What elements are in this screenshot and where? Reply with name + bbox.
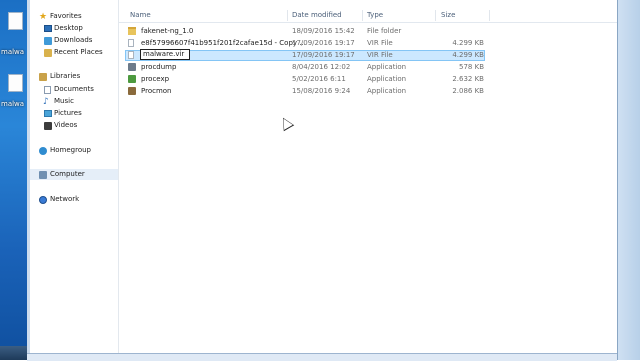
nav-label: Music (54, 97, 74, 105)
file-type: VIR File (367, 39, 393, 47)
file-size: 4.299 KB (452, 51, 484, 59)
pictures-icon (44, 110, 52, 117)
file-name: e8f57996607f41b951f201f2cafae15d - Copy … (141, 39, 306, 47)
file-type: Application (367, 63, 407, 71)
file-name: fakenet-ng_1.0 (141, 27, 194, 35)
file-type: VIR File (367, 51, 393, 59)
column-divider[interactable] (362, 10, 363, 21)
desktop-icon-malware-2[interactable]: malwa (0, 70, 27, 112)
videos-icon (44, 122, 52, 130)
file-row-procmon[interactable]: Procmon 15/08/2016 9:24 Application 2.08… (119, 86, 617, 97)
nav-downloads[interactable]: Downloads (30, 35, 118, 46)
column-header-size[interactable]: Size (441, 11, 455, 19)
file-row-procexp[interactable]: procexp 5/02/2016 6:11 Application 2.632… (119, 74, 617, 85)
desktop-background: malwa malwa (0, 0, 27, 360)
nav-network[interactable]: Network (30, 194, 118, 205)
nav-label: Pictures (54, 109, 82, 117)
file-date: 17/09/2016 19:17 (292, 39, 355, 47)
file-date: 5/02/2016 6:11 (292, 75, 346, 83)
nav-label: Recent Places (54, 48, 103, 56)
desktop-icon-label: malwa (1, 100, 25, 108)
homegroup-icon (39, 147, 47, 155)
nav-libraries[interactable]: Libraries (30, 71, 118, 82)
app-icon (128, 75, 136, 83)
file-icon (8, 74, 23, 92)
folder-icon (128, 27, 136, 35)
star-icon: ★ (39, 12, 48, 22)
rename-input[interactable]: malware.vir (140, 49, 190, 60)
window-right-frame (617, 0, 640, 360)
nav-desktop[interactable]: Desktop (30, 23, 118, 34)
desktop-icon (44, 25, 52, 32)
file-name: procdump (141, 63, 177, 71)
column-divider[interactable] (489, 10, 490, 21)
file-row-malware-vir[interactable]: malware.vir 17/09/2016 19:17 VIR File 4.… (119, 49, 617, 61)
desktop-icon-label: malwa (1, 48, 25, 56)
file-row-fakenet[interactable]: fakenet-ng_1.0 18/09/2016 15:42 File fol… (119, 26, 617, 37)
column-header-date-modified[interactable]: Date modified (292, 11, 342, 19)
file-type: Application (367, 75, 407, 83)
nav-music[interactable]: ♪ Music (30, 96, 118, 107)
column-header-bar: Name Date modified Type Size (119, 8, 617, 23)
nav-documents[interactable]: Documents (30, 84, 118, 95)
file-size: 2.086 KB (452, 87, 484, 95)
file-row-e8f57-copy[interactable]: e8f57996607f41b951f201f2cafae15d - Copy … (119, 38, 617, 49)
file-list: Name Date modified Type Size fakenet-ng_… (119, 0, 617, 353)
downloads-icon (44, 37, 52, 45)
nav-label: Homegroup (50, 146, 92, 154)
file-size: 4.299 KB (452, 39, 484, 47)
file-row-procdump[interactable]: procdump 8/04/2016 12:02 Application 578… (119, 62, 617, 73)
taskbar[interactable] (0, 346, 27, 360)
nav-favorites[interactable]: ★ Favorites (30, 11, 118, 22)
file-date: 8/04/2016 12:02 (292, 63, 351, 71)
nav-homegroup[interactable]: Homegroup (30, 145, 118, 156)
nav-label: Videos (54, 121, 78, 129)
file-name: procexp (141, 75, 170, 83)
column-header-name[interactable]: Name (130, 11, 151, 19)
computer-icon (39, 171, 47, 179)
nav-recent-places[interactable]: Recent Places (30, 47, 118, 58)
recent-places-icon (44, 49, 52, 57)
network-icon (39, 196, 47, 204)
column-divider[interactable] (435, 10, 436, 21)
nav-label: Computer (50, 170, 85, 178)
file-icon (128, 51, 134, 59)
music-icon: ♪ (43, 97, 49, 107)
file-icon (128, 39, 134, 47)
file-date: 17/09/2016 19:17 (292, 51, 355, 59)
column-header-type[interactable]: Type (367, 11, 383, 19)
libraries-icon (39, 73, 47, 81)
documents-icon (44, 86, 51, 94)
column-divider[interactable] (287, 10, 288, 21)
file-size: 578 KB (459, 63, 484, 71)
nav-label: Documents (54, 85, 94, 93)
app-icon (128, 87, 136, 95)
nav-label: Desktop (54, 24, 83, 32)
file-icon (8, 12, 23, 30)
nav-label: Network (50, 195, 80, 203)
nav-computer[interactable]: Computer (30, 169, 118, 180)
nav-label: Favorites (50, 12, 82, 20)
file-type: Application (367, 87, 407, 95)
nav-label: Downloads (54, 36, 93, 44)
nav-pictures[interactable]: Pictures (30, 108, 118, 119)
file-type: File folder (367, 27, 402, 35)
navigation-pane: ★ Favorites Desktop Downloads Recent Pla… (30, 0, 119, 353)
file-date: 15/08/2016 9:24 (292, 87, 351, 95)
file-date: 18/09/2016 15:42 (292, 27, 355, 35)
nav-label: Libraries (50, 72, 81, 80)
desktop-icon-malware-1[interactable]: malwa (0, 8, 27, 56)
file-size: 2.632 KB (452, 75, 484, 83)
app-icon (128, 63, 136, 71)
file-name: Procmon (141, 87, 172, 95)
nav-videos[interactable]: Videos (30, 120, 118, 131)
